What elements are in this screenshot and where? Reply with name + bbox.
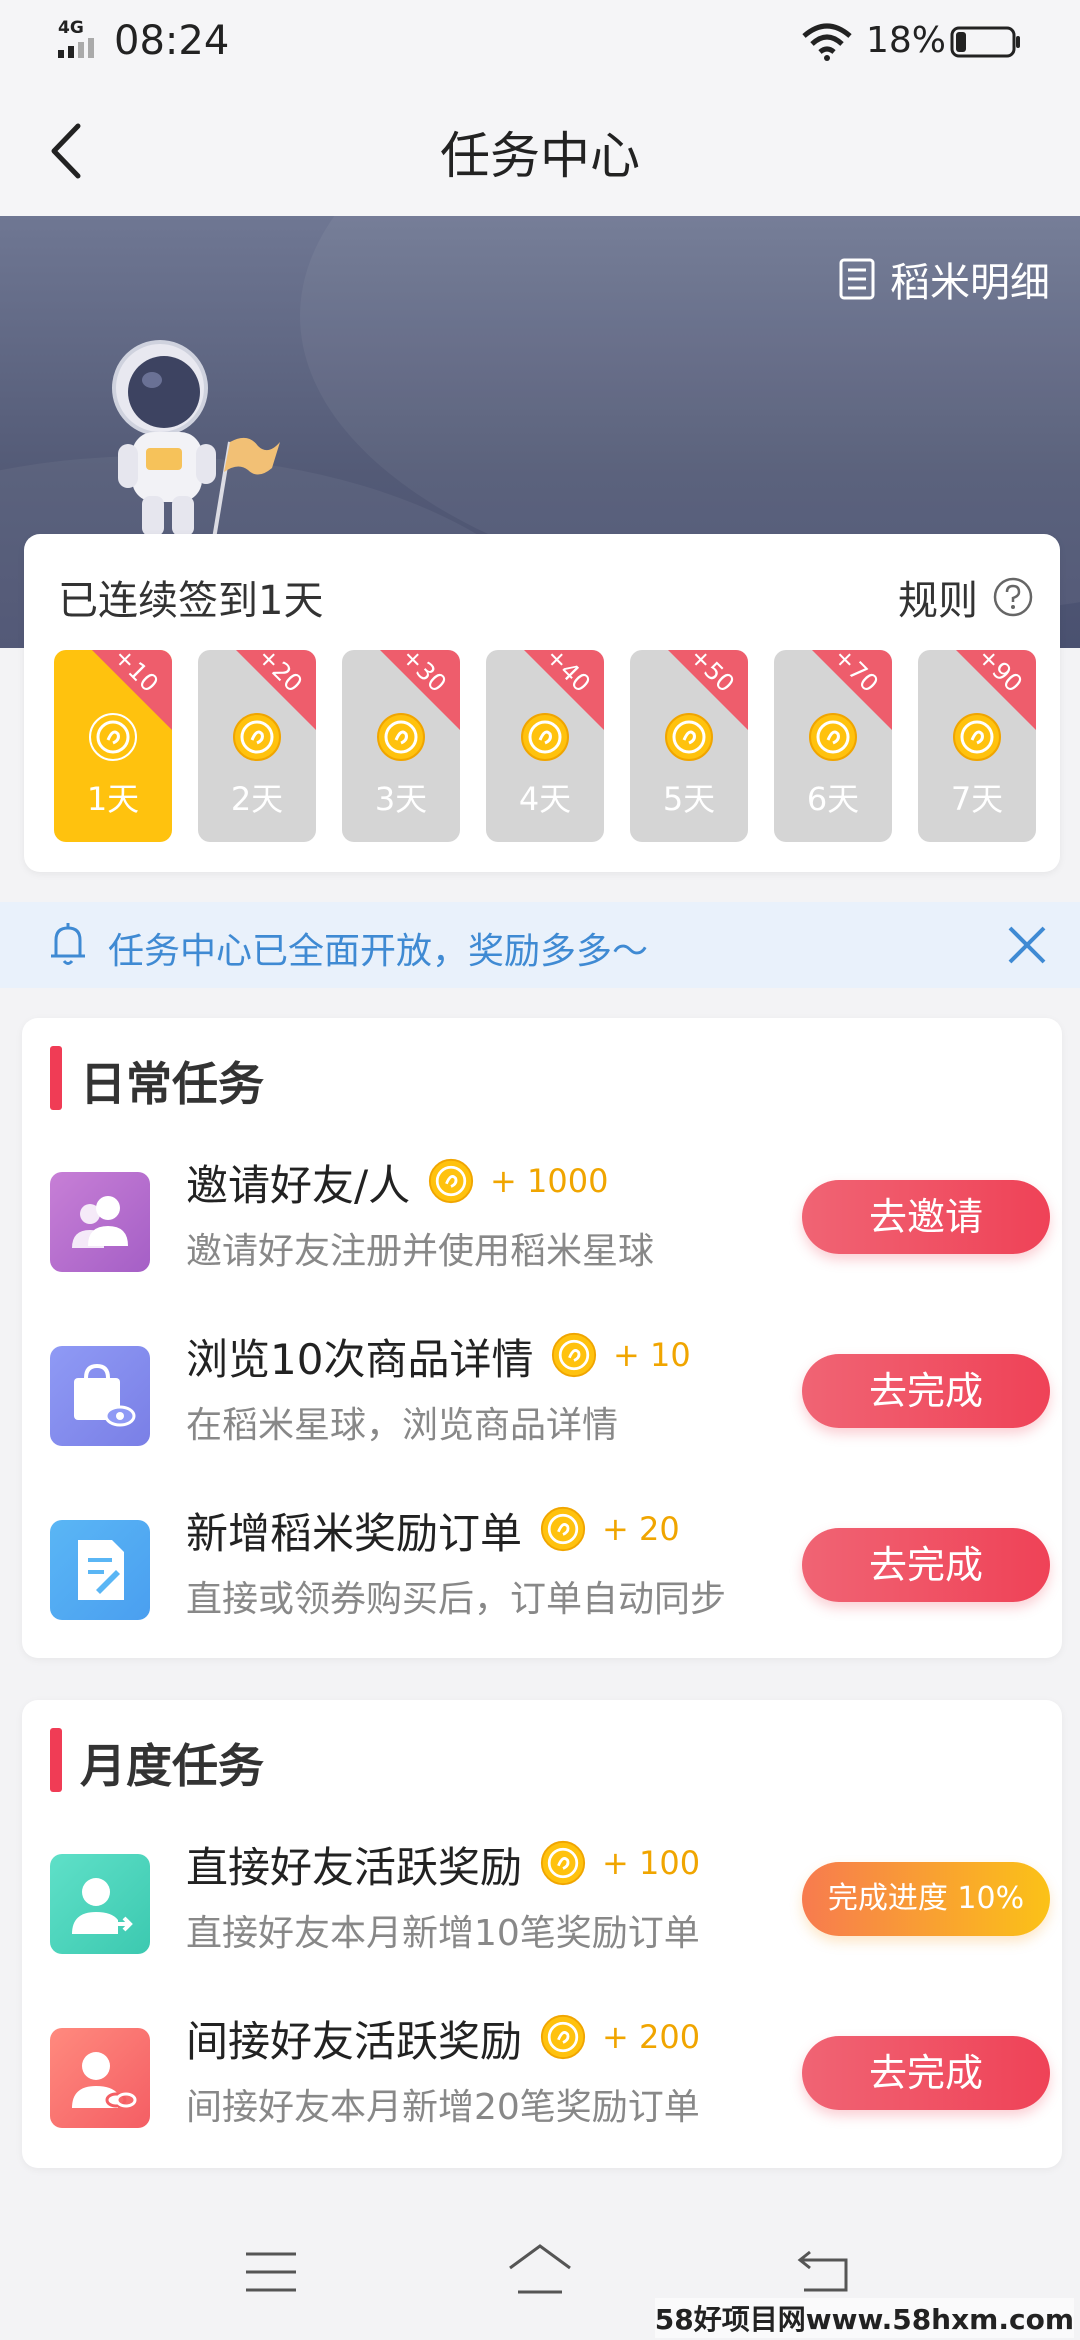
signal-icon bbox=[58, 38, 94, 58]
reward-amount: + 10 bbox=[613, 1336, 691, 1374]
daily-tasks-card: 日常任务 邀请好友/人 + 1000 邀请好友注册并使用稻米星球 去邀请浏览10次商品… bbox=[22, 1018, 1062, 1658]
section-marker bbox=[50, 1728, 62, 1792]
rice-coin-icon bbox=[377, 713, 425, 761]
nav-bar: 任务中心 bbox=[0, 86, 1080, 216]
watermark: 58好项目网www.58hxm.com bbox=[654, 2298, 1074, 2338]
wifi-icon bbox=[802, 23, 852, 61]
shopping-bag-view-icon bbox=[50, 1346, 150, 1446]
task-name: 浏览10次商品详情 bbox=[186, 1335, 534, 1384]
checkin-day[interactable]: +50 5天 bbox=[630, 650, 748, 842]
rules-link[interactable]: 规则 bbox=[898, 568, 1034, 626]
day-label: 6天 bbox=[806, 780, 860, 818]
rice-coin-icon bbox=[89, 713, 137, 761]
user-share-icon bbox=[50, 1854, 150, 1954]
task-action-button[interactable]: 去完成 bbox=[802, 2036, 1050, 2110]
rice-coin-icon bbox=[540, 2014, 586, 2060]
checkin-day[interactable]: +10 1天 bbox=[54, 650, 172, 842]
checkin-day[interactable]: +30 3天 bbox=[342, 650, 460, 842]
status-bar: 4G 08:24 18% bbox=[0, 0, 1080, 86]
checkin-day[interactable]: +70 6天 bbox=[774, 650, 892, 842]
section-title: 日常任务 bbox=[80, 1057, 264, 1111]
task-item: 直接好友活跃奖励 + 100 直接好友本月新增10笔奖励订单 完成进度 10% bbox=[50, 1826, 1050, 1966]
bell-icon bbox=[51, 923, 85, 965]
progress-button[interactable]: 完成进度 10% bbox=[802, 1862, 1050, 1936]
notice-text: 任务中心已全面开放，奖励多多～ bbox=[108, 931, 649, 972]
home-icon[interactable] bbox=[506, 2242, 574, 2296]
rice-detail-label: 稻米明细 bbox=[890, 260, 1050, 306]
task-description: 在稻米星球，浏览商品详情 bbox=[186, 1405, 619, 1446]
close-icon[interactable] bbox=[1006, 924, 1048, 966]
rice-coin-icon bbox=[540, 1840, 586, 1886]
task-description: 直接或领券购买后，订单自动同步 bbox=[186, 1579, 727, 1620]
rice-coin-icon bbox=[540, 1506, 586, 1552]
day-label: 4天 bbox=[518, 780, 572, 818]
rice-detail-link[interactable]: 稻米明细 bbox=[838, 250, 1050, 308]
task-reward: + 20 bbox=[540, 1506, 680, 1552]
network-type: 4G bbox=[58, 18, 84, 38]
system-back-icon[interactable] bbox=[796, 2246, 852, 2294]
day-label: 3天 bbox=[374, 780, 428, 818]
task-action-button[interactable]: 去完成 bbox=[802, 1354, 1050, 1428]
checkin-day[interactable]: +20 2天 bbox=[198, 650, 316, 842]
battery-icon bbox=[950, 26, 1020, 58]
task-action-button[interactable]: 去完成 bbox=[802, 1528, 1050, 1602]
rice-coin-icon bbox=[953, 713, 1001, 761]
section-marker bbox=[50, 1046, 62, 1110]
checkin-days: +10 1天 +20 2天 +30 3天 +40 4天 +50 5天 +70 6天 +90 7天 bbox=[54, 650, 1036, 842]
monthly-tasks-card: 月度任务 直接好友活跃奖励 + 100 直接好友本月新增10笔奖励订单 完成进度 10… bbox=[22, 1700, 1062, 2168]
reward-amount: + 1000 bbox=[490, 1162, 609, 1200]
rice-coin-icon bbox=[233, 713, 281, 761]
page-title: 任务中心 bbox=[440, 127, 640, 185]
list-document-icon bbox=[839, 258, 875, 300]
day-label: 2天 bbox=[230, 780, 284, 818]
day-label: 7天 bbox=[950, 780, 1004, 818]
checkin-card: 已连续签到1天 规则 +10 1天 +20 2天 +30 3天 +40 4天 +50 5天 +70 6… bbox=[24, 534, 1060, 872]
reward-amount: + 100 bbox=[602, 1844, 701, 1882]
day-label: 1天 bbox=[86, 780, 140, 818]
menu-icon[interactable] bbox=[244, 2250, 298, 2294]
day-label: 5天 bbox=[662, 780, 716, 818]
task-description: 邀请好友注册并使用稻米星球 bbox=[186, 1231, 655, 1272]
clock: 08:24 bbox=[114, 18, 230, 64]
task-reward: + 200 bbox=[540, 2014, 700, 2060]
checkin-streak: 已连续签到1天 bbox=[58, 578, 324, 624]
order-document-icon bbox=[50, 1520, 150, 1620]
task-name: 直接好友活跃奖励 bbox=[186, 1843, 523, 1892]
battery-percent: 18% bbox=[866, 20, 947, 61]
task-item: 新增稻米奖励订单 + 20 直接或领券购买后，订单自动同步 去完成 bbox=[50, 1492, 1050, 1632]
task-description: 间接好友本月新增20笔奖励订单 bbox=[186, 2087, 700, 2128]
task-name: 邀请好友/人 bbox=[186, 1161, 411, 1210]
section-title: 月度任务 bbox=[80, 1739, 264, 1793]
reward-amount: + 200 bbox=[602, 2018, 701, 2056]
user-link-icon bbox=[50, 2028, 150, 2128]
task-name: 新增稻米奖励订单 bbox=[186, 1509, 523, 1558]
task-reward: + 10 bbox=[551, 1332, 691, 1378]
task-item: 浏览10次商品详情 + 10 在稻米星球，浏览商品详情 去完成 bbox=[50, 1318, 1050, 1458]
reward-amount: + 20 bbox=[602, 1510, 680, 1548]
question-circle-icon bbox=[993, 577, 1033, 617]
rice-coin-icon bbox=[665, 713, 713, 761]
astronaut-illustration bbox=[112, 340, 280, 552]
task-item: 间接好友活跃奖励 + 200 间接好友本月新增20笔奖励订单 去完成 bbox=[50, 2000, 1050, 2140]
rice-coin-icon bbox=[428, 1158, 474, 1204]
system-nav-bar: 58好项目网www.58hxm.com bbox=[0, 2210, 1080, 2340]
rice-coin-icon bbox=[521, 713, 569, 761]
task-reward: + 100 bbox=[540, 1840, 700, 1886]
task-description: 直接好友本月新增10笔奖励订单 bbox=[186, 1913, 700, 1954]
rice-coin-icon bbox=[551, 1332, 597, 1378]
rules-label: 规则 bbox=[898, 578, 978, 624]
users-icon bbox=[50, 1172, 150, 1272]
task-action-button[interactable]: 去邀请 bbox=[802, 1180, 1050, 1254]
notice-bar: 任务中心已全面开放，奖励多多～ bbox=[0, 902, 1080, 988]
task-reward: + 1000 bbox=[428, 1158, 608, 1204]
checkin-day[interactable]: +40 4天 bbox=[486, 650, 604, 842]
task-name: 间接好友活跃奖励 bbox=[186, 2017, 523, 2066]
rice-coin-icon bbox=[809, 713, 857, 761]
task-item: 邀请好友/人 + 1000 邀请好友注册并使用稻米星球 去邀请 bbox=[50, 1144, 1050, 1284]
checkin-day[interactable]: +90 7天 bbox=[918, 650, 1036, 842]
